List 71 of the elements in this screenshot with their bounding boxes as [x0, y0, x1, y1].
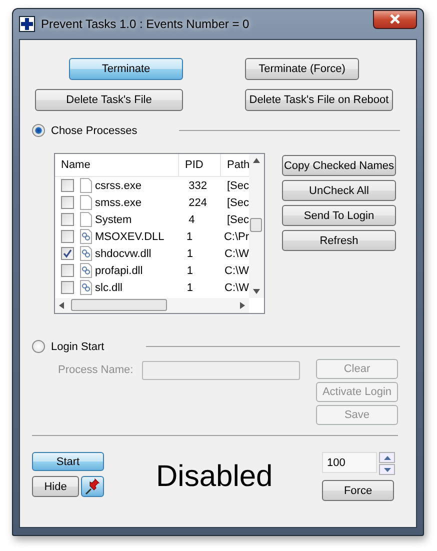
checkbox[interactable]	[61, 247, 74, 260]
process-id: 1	[185, 230, 194, 242]
process-id: 224	[188, 196, 208, 208]
process-name: smss.exe	[94, 196, 142, 208]
action-button[interactable]: Send To Login	[282, 205, 396, 226]
pin-button[interactable]	[81, 476, 104, 497]
radio-button[interactable]	[32, 124, 45, 137]
process-name: csrss.exe	[94, 180, 142, 192]
left-arrow-icon[interactable]	[59, 302, 64, 309]
right-arrow-icon[interactable]	[240, 302, 245, 309]
process-path: [Sec	[226, 214, 249, 226]
action-button[interactable]: UnCheck All	[282, 180, 396, 201]
checkbox[interactable]	[61, 196, 74, 209]
action-button[interactable]: Delete Task's File	[35, 89, 183, 111]
checkbox[interactable]	[61, 230, 74, 243]
action-button[interactable]: Terminate (Force)	[245, 58, 359, 80]
process-path: C:\W	[224, 264, 249, 276]
gear-file-icon	[80, 263, 92, 278]
process-id: 1	[186, 248, 194, 260]
process-id: 1	[186, 264, 194, 276]
hide-button[interactable]: Hide	[32, 476, 79, 497]
field-label: Process Name:	[58, 364, 134, 376]
file-icon	[80, 178, 92, 193]
interval-field[interactable]: 100	[322, 452, 377, 473]
gear-file-icon	[80, 246, 92, 261]
file-icon	[80, 195, 92, 210]
start-button[interactable]: Start	[32, 452, 104, 471]
horizontal-scrollbar[interactable]	[55, 298, 249, 313]
gear-file-icon	[80, 229, 92, 244]
window-title: Prevent Tasks 1.0 : Events Number = 0	[41, 17, 250, 31]
vertical-scrollbar[interactable]	[249, 154, 264, 298]
up-arrow-icon[interactable]	[253, 158, 260, 163]
process-path: C:\W	[224, 248, 249, 260]
checkbox[interactable]	[61, 179, 74, 192]
column-header[interactable]: PID	[179, 154, 221, 176]
scroll-thumb[interactable]	[71, 299, 167, 311]
process-path: [Sec	[226, 180, 249, 192]
process-id: 332	[188, 180, 208, 192]
checkbox[interactable]	[61, 281, 74, 294]
action-button[interactable]: Copy Checked Names	[282, 155, 396, 176]
close-icon	[389, 14, 401, 24]
scroll-thumb[interactable]	[250, 218, 262, 232]
process-name: shdocvw.dll	[94, 248, 152, 260]
radio-button[interactable]	[32, 340, 45, 353]
checkbox[interactable]	[61, 264, 74, 277]
cross-icon	[19, 16, 35, 32]
process-name: MSOXEV.DLL	[94, 230, 166, 242]
process-path: [Sec	[226, 196, 249, 208]
column-header[interactable]: Name	[55, 154, 179, 176]
down-arrow-icon[interactable]	[253, 289, 260, 294]
process-name: System	[94, 214, 133, 226]
process-id: 4	[188, 214, 196, 226]
radio-label: Login Start	[51, 340, 104, 352]
action-button[interactable]: Delete Task's File on Reboot	[245, 89, 393, 111]
action-button[interactable]: Refresh	[282, 230, 396, 251]
pushpin-icon	[84, 478, 102, 496]
spin-buttons[interactable]	[379, 452, 395, 475]
radio-label: Chose Processes	[51, 124, 138, 136]
checkbox[interactable]	[61, 213, 74, 226]
action-button[interactable]: Terminate	[69, 58, 183, 80]
process-path: C:\Pr	[222, 230, 249, 242]
process-path: C:\W	[224, 282, 249, 294]
column-header[interactable]: Path	[221, 154, 249, 176]
process-name: profapi.dll	[94, 264, 144, 276]
close-button[interactable]	[373, 10, 417, 28]
process-name: slc.dll	[94, 282, 124, 294]
process-id: 1	[186, 282, 194, 294]
status-text: Disabled	[156, 460, 274, 494]
file-icon	[80, 212, 92, 227]
force-button[interactable]: Force	[322, 480, 394, 501]
gear-file-icon	[80, 280, 92, 295]
